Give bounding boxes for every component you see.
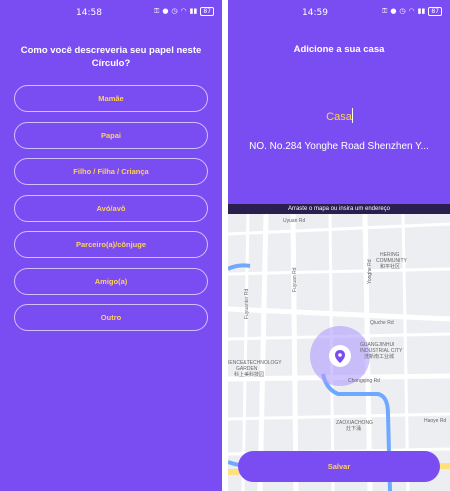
status-icons: ⚿ ● ◷ ◠ ▮▮ 87 [382,7,442,16]
add-home-screen: 14:59 ⚿ ● ◷ ◠ ▮▮ 87 Adicione a sua casa … [228,0,450,491]
status-bar: 14:59 ⚿ ● ◷ ◠ ▮▮ 87 [228,0,450,24]
map-label-uyuan: Uyuan Rd [283,218,305,224]
wifi-icon: ◠ [180,7,187,15]
role-selection-screen: 14:58 ⚿ ● ◷ ◠ ▮▮ 87 Como você descreveri… [0,0,222,491]
location-icon: ● [162,7,169,15]
map-label-guangjinhui-cn: 洗新南工业城 [364,353,394,360]
option-filho[interactable]: Filho / Filha / Criança [14,158,208,185]
option-avo[interactable]: Avó/avô [14,194,208,222]
status-time: 14:58 [76,8,102,18]
address-text[interactable]: NO. No.284 Yonghe Road Shenzhen Y... [228,141,450,152]
key-icon: ⚿ [381,7,388,15]
status-time: 14:59 [302,8,328,18]
option-amigo[interactable]: Amigo(a) [14,267,208,295]
option-mae[interactable]: Mamãe [14,85,208,112]
map-label-haoye: Haoye Rd [424,418,446,424]
battery-icon: 87 [200,7,214,16]
role-question: Como você descreveria seu papel neste Cí… [20,45,202,69]
place-name-input[interactable] [248,108,430,126]
status-icons: ⚿ ● ◷ ◠ ▮▮ 87 [154,7,214,16]
map-label-qiuche: Qiuche Rd [370,320,394,326]
map-label-fuyuanter: Fuyuanter Rd [244,288,250,319]
option-parceiro[interactable]: Parceiro(a)/cônjuge [14,231,208,258]
page-title: Adicione a sua casa [293,44,385,55]
map-label-hering-cn: 和平社区 [380,263,400,270]
alarm-icon: ◷ [171,7,178,15]
key-icon: ⚿ [153,7,160,15]
role-options: Mamãe Papai Filho / Filha / Criança Avó/… [14,85,208,341]
map-label-chongqing: Chongqing Rd [348,378,380,384]
wifi-icon: ◠ [408,7,415,15]
status-bar: 14:58 ⚿ ● ◷ ◠ ▮▮ 87 [0,0,222,24]
alarm-icon: ◷ [399,7,406,15]
map-label-science-cn: 科上美科技园 [234,371,264,378]
location-icon: ● [390,7,397,15]
battery-icon: 87 [428,7,442,16]
map-hint: Arraste o mapa ou insira um endereço [228,204,450,214]
map-view[interactable]: Uyuan Rd HERING COMMUNITY 和平社区 Fuyuan Rd… [228,214,450,491]
text-caret [352,108,353,123]
option-outro[interactable]: Outro [14,304,208,331]
signal-icon: ▮▮ [417,7,426,15]
save-button[interactable]: Salvar [238,451,440,482]
map-label-zaoxiachong-cn: 灶下涌 [346,425,361,432]
signal-icon: ▮▮ [189,7,198,15]
option-pai[interactable]: Papai [14,121,208,149]
map-label-yonghe: Yonghe Rd [367,259,373,284]
map-canvas[interactable]: Uyuan Rd HERING COMMUNITY 和平社区 Fuyuan Rd… [228,214,450,491]
map-label-fuyuan: Fuyuan Rd [292,267,298,292]
